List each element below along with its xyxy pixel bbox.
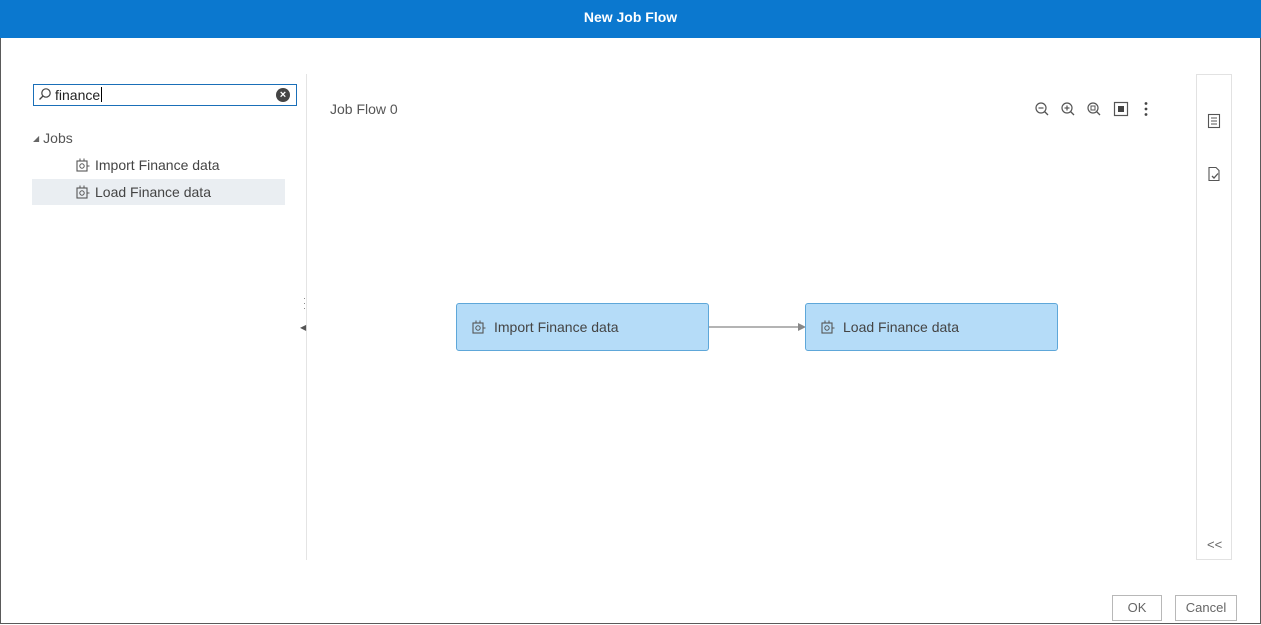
flow-node-label: Import Finance data: [494, 319, 619, 335]
right-rail: <<: [1196, 74, 1232, 560]
flow-node-import-finance-data[interactable]: Import Finance data: [456, 303, 709, 351]
flow-node-load-finance-data[interactable]: Load Finance data: [805, 303, 1058, 351]
ok-button[interactable]: OK: [1112, 595, 1162, 621]
search-input[interactable]: finance ×: [33, 84, 297, 106]
flow-title: Job Flow 0: [330, 101, 398, 117]
job-icon: [76, 185, 90, 199]
overview-icon[interactable]: [1112, 100, 1130, 118]
expand-triangle-icon[interactable]: ◢: [33, 134, 39, 143]
tree-group-jobs[interactable]: ◢ Jobs: [33, 130, 73, 146]
search-value[interactable]: finance: [55, 87, 103, 103]
zoom-out-icon[interactable]: [1033, 100, 1051, 118]
job-check-icon[interactable]: [1207, 166, 1221, 182]
tree-group-label: Jobs: [43, 130, 73, 146]
zoom-in-icon[interactable]: [1059, 100, 1077, 118]
job-icon: [472, 320, 486, 334]
panel-splitter[interactable]: [306, 74, 307, 560]
more-options-icon[interactable]: [1137, 100, 1155, 118]
collapse-rail-icon[interactable]: <<: [1207, 537, 1222, 552]
clear-search-icon[interactable]: ×: [276, 88, 290, 102]
dialog-title: New Job Flow: [0, 0, 1261, 38]
search-icon: [39, 88, 51, 100]
cancel-button[interactable]: Cancel: [1175, 595, 1237, 621]
job-icon: [821, 320, 835, 334]
tree-item-load-finance-data[interactable]: Load Finance data: [32, 179, 285, 205]
job-icon: [76, 158, 90, 172]
collapse-left-panel-icon[interactable]: ◀: [300, 323, 306, 332]
properties-icon[interactable]: [1207, 113, 1221, 129]
zoom-fit-icon[interactable]: [1085, 100, 1103, 118]
flow-edge-arrow[interactable]: [709, 317, 809, 337]
tree-item-import-finance-data[interactable]: Import Finance data: [32, 152, 285, 178]
tree-item-label: Import Finance data: [95, 157, 220, 173]
splitter-grip-icon[interactable]: · · ·: [303, 294, 306, 313]
tree-item-label: Load Finance data: [95, 184, 211, 200]
flow-node-label: Load Finance data: [843, 319, 959, 335]
